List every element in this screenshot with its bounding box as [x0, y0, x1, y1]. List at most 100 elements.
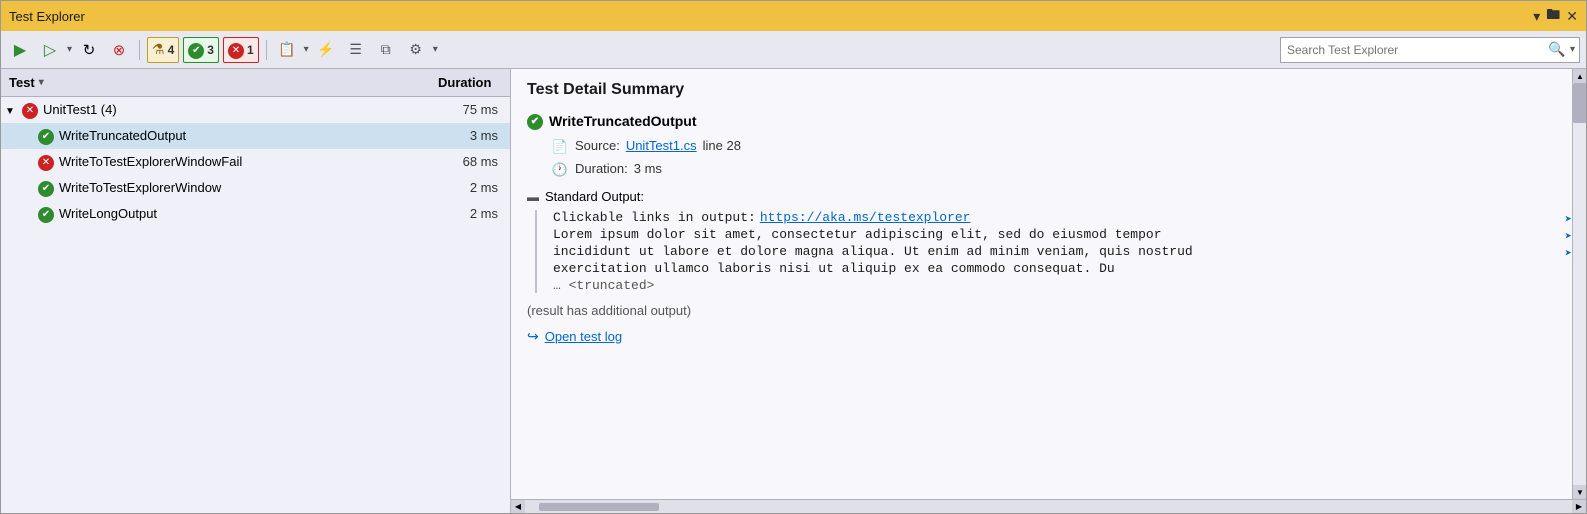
test-explorer-window: Test Explorer ▾ 🖿 ✕ ▶ ▷ ▾ ↻ ⊗ ⚗ 4: [0, 0, 1587, 514]
scroll-down-button[interactable]: ▼: [1573, 485, 1586, 499]
search-box: 🔍 ▾: [1280, 37, 1580, 63]
output-section: ▬ Standard Output: Clickable links in ou…: [527, 189, 1556, 293]
horizontal-scrollbar[interactable]: ◀ ▶: [511, 499, 1586, 513]
scrollbar-h-thumb[interactable]: [539, 503, 659, 511]
test-status-icon: [37, 179, 55, 197]
output-line-2: Lorem ipsum dolor sit amet, consectetur …: [553, 227, 1556, 242]
open-log-label: Open test log: [545, 329, 622, 344]
title-bar-controls: ▾ 🖿 ✕: [1533, 4, 1578, 28]
detail-test-name: WriteTruncatedOutput: [549, 113, 697, 129]
test-duration: 2 ms: [436, 206, 506, 221]
test-group-row[interactable]: ▼ UnitTest1 (4) 75 ms: [1, 97, 510, 123]
test-duration: 68 ms: [436, 154, 506, 169]
search-button[interactable]: 🔍: [1544, 38, 1570, 62]
open-log-button[interactable]: ↪ Open test log: [527, 328, 1556, 345]
group-button[interactable]: ⧉: [373, 37, 399, 63]
playlist-icon: 📋: [278, 41, 295, 58]
flask-icon: ⚗: [152, 41, 165, 58]
output-toggle-button[interactable]: ▬: [527, 190, 539, 204]
test-name: WriteTruncatedOutput: [55, 128, 436, 143]
open-log-icon: ↪: [527, 328, 539, 345]
wrap-arrow-icon-2: ➤: [1565, 246, 1572, 261]
scrollbar-thumb[interactable]: [1573, 83, 1586, 123]
detail-source-row: 📄 Source: UnitTest1.cs line 28: [527, 138, 1556, 156]
collapse-icon: ▼: [5, 106, 15, 117]
playlist-button[interactable]: 📋: [274, 37, 300, 63]
detail-content: Test Detail Summary WriteTruncatedOutput…: [511, 69, 1572, 499]
output-line-4: exercitation ullamco laboris nisi ut ali…: [553, 261, 1556, 276]
test-duration: 2 ms: [436, 180, 506, 195]
pass-badge-button[interactable]: 3: [183, 37, 219, 63]
list-header: Test ▾ Duration: [1, 69, 510, 97]
fail-icon: [228, 41, 244, 59]
group-icon: ⧉: [381, 41, 391, 58]
search-dropdown[interactable]: ▾: [1570, 44, 1579, 55]
wrap-arrow-icon: ➤: [1565, 229, 1572, 244]
pass-count: 3: [207, 43, 214, 57]
cancel-button[interactable]: ⊗: [106, 37, 132, 63]
test-row[interactable]: WriteToTestExplorerWindowFail 68 ms: [1, 149, 510, 175]
truncated-label: … <truncated>: [553, 278, 1556, 293]
run-selected-button[interactable]: ⚡: [313, 37, 339, 63]
test-row[interactable]: WriteTruncatedOutput 3 ms: [1, 123, 510, 149]
duration-value: 3 ms: [634, 161, 662, 176]
detail-test-name-row: WriteTruncatedOutput: [527, 111, 1556, 130]
link-arrow-icon: ➤: [1565, 212, 1572, 227]
settings-button[interactable]: ⚙: [403, 37, 429, 63]
hierarchy-button[interactable]: ☰: [343, 37, 369, 63]
scroll-left-button[interactable]: ◀: [511, 500, 525, 514]
window-title: Test Explorer: [9, 9, 85, 24]
flask-count: 4: [168, 43, 175, 57]
run-all-icon: ▶: [14, 40, 26, 60]
fail-count: 1: [247, 43, 254, 57]
settings-icon: ⚙: [409, 41, 422, 58]
refresh-icon: ↻: [83, 41, 96, 59]
output-body: Clickable links in output: https://aka.m…: [535, 210, 1556, 293]
flask-badge-button[interactable]: ⚗ 4: [147, 37, 179, 63]
settings-dropdown[interactable]: ▾: [433, 44, 438, 55]
right-panel-inner: Test Detail Summary WriteTruncatedOutput…: [511, 69, 1586, 499]
separator-1: [139, 40, 140, 60]
cancel-icon: ⊗: [113, 41, 126, 59]
clock-icon: 🕐: [551, 161, 569, 179]
test-name: WriteLongOutput: [55, 206, 436, 221]
test-duration: 3 ms: [436, 128, 506, 143]
search-input[interactable]: [1281, 43, 1544, 57]
test-status-icon: [37, 127, 55, 145]
hierarchy-icon: ☰: [349, 41, 362, 58]
scrollbar-h-track[interactable]: [539, 503, 1558, 511]
output-header: ▬ Standard Output:: [527, 189, 1556, 204]
detail-status-icon: [527, 111, 543, 130]
test-row[interactable]: WriteLongOutput 2 ms: [1, 201, 510, 227]
duration-column-header: Duration: [430, 75, 510, 90]
vertical-scrollbar[interactable]: ▲ ▼: [1572, 69, 1586, 499]
test-column-header[interactable]: Test ▾: [1, 75, 430, 90]
test-row[interactable]: WriteToTestExplorerWindow 2 ms: [1, 175, 510, 201]
group-name: UnitTest1 (4): [39, 102, 436, 117]
duration-label: Duration:: [575, 161, 628, 176]
test-status-icon: [37, 153, 55, 171]
output-link[interactable]: https://aka.ms/testexplorer: [760, 210, 971, 225]
test-status-icon: [37, 205, 55, 223]
close-icon[interactable]: ✕: [1566, 8, 1578, 25]
run-button[interactable]: ▷: [37, 37, 63, 63]
source-icon: 📄: [551, 138, 569, 156]
run-all-button[interactable]: ▶: [7, 37, 33, 63]
right-panel: Test Detail Summary WriteTruncatedOutput…: [511, 69, 1586, 513]
output-label: Standard Output:: [545, 189, 644, 204]
run-dropdown-arrow[interactable]: ▾: [67, 44, 72, 55]
source-link[interactable]: UnitTest1.cs: [626, 138, 697, 153]
indent: ▼: [5, 102, 21, 117]
run-selected-icon: ⚡: [317, 41, 334, 58]
run-icon: ▷: [44, 40, 56, 60]
fail-badge-button[interactable]: 1: [223, 37, 259, 63]
scroll-up-button[interactable]: ▲: [1573, 69, 1586, 83]
scrollbar-track[interactable]: [1573, 83, 1586, 485]
dropdown-icon[interactable]: ▾: [1533, 8, 1540, 25]
pass-icon: [188, 41, 204, 59]
scroll-right-button[interactable]: ▶: [1572, 500, 1586, 514]
playlist-dropdown[interactable]: ▾: [304, 44, 309, 55]
refresh-button[interactable]: ↻: [76, 37, 102, 63]
detail-section-title: Test Detail Summary: [527, 81, 1556, 99]
pin-icon[interactable]: 🖿: [1546, 4, 1560, 28]
